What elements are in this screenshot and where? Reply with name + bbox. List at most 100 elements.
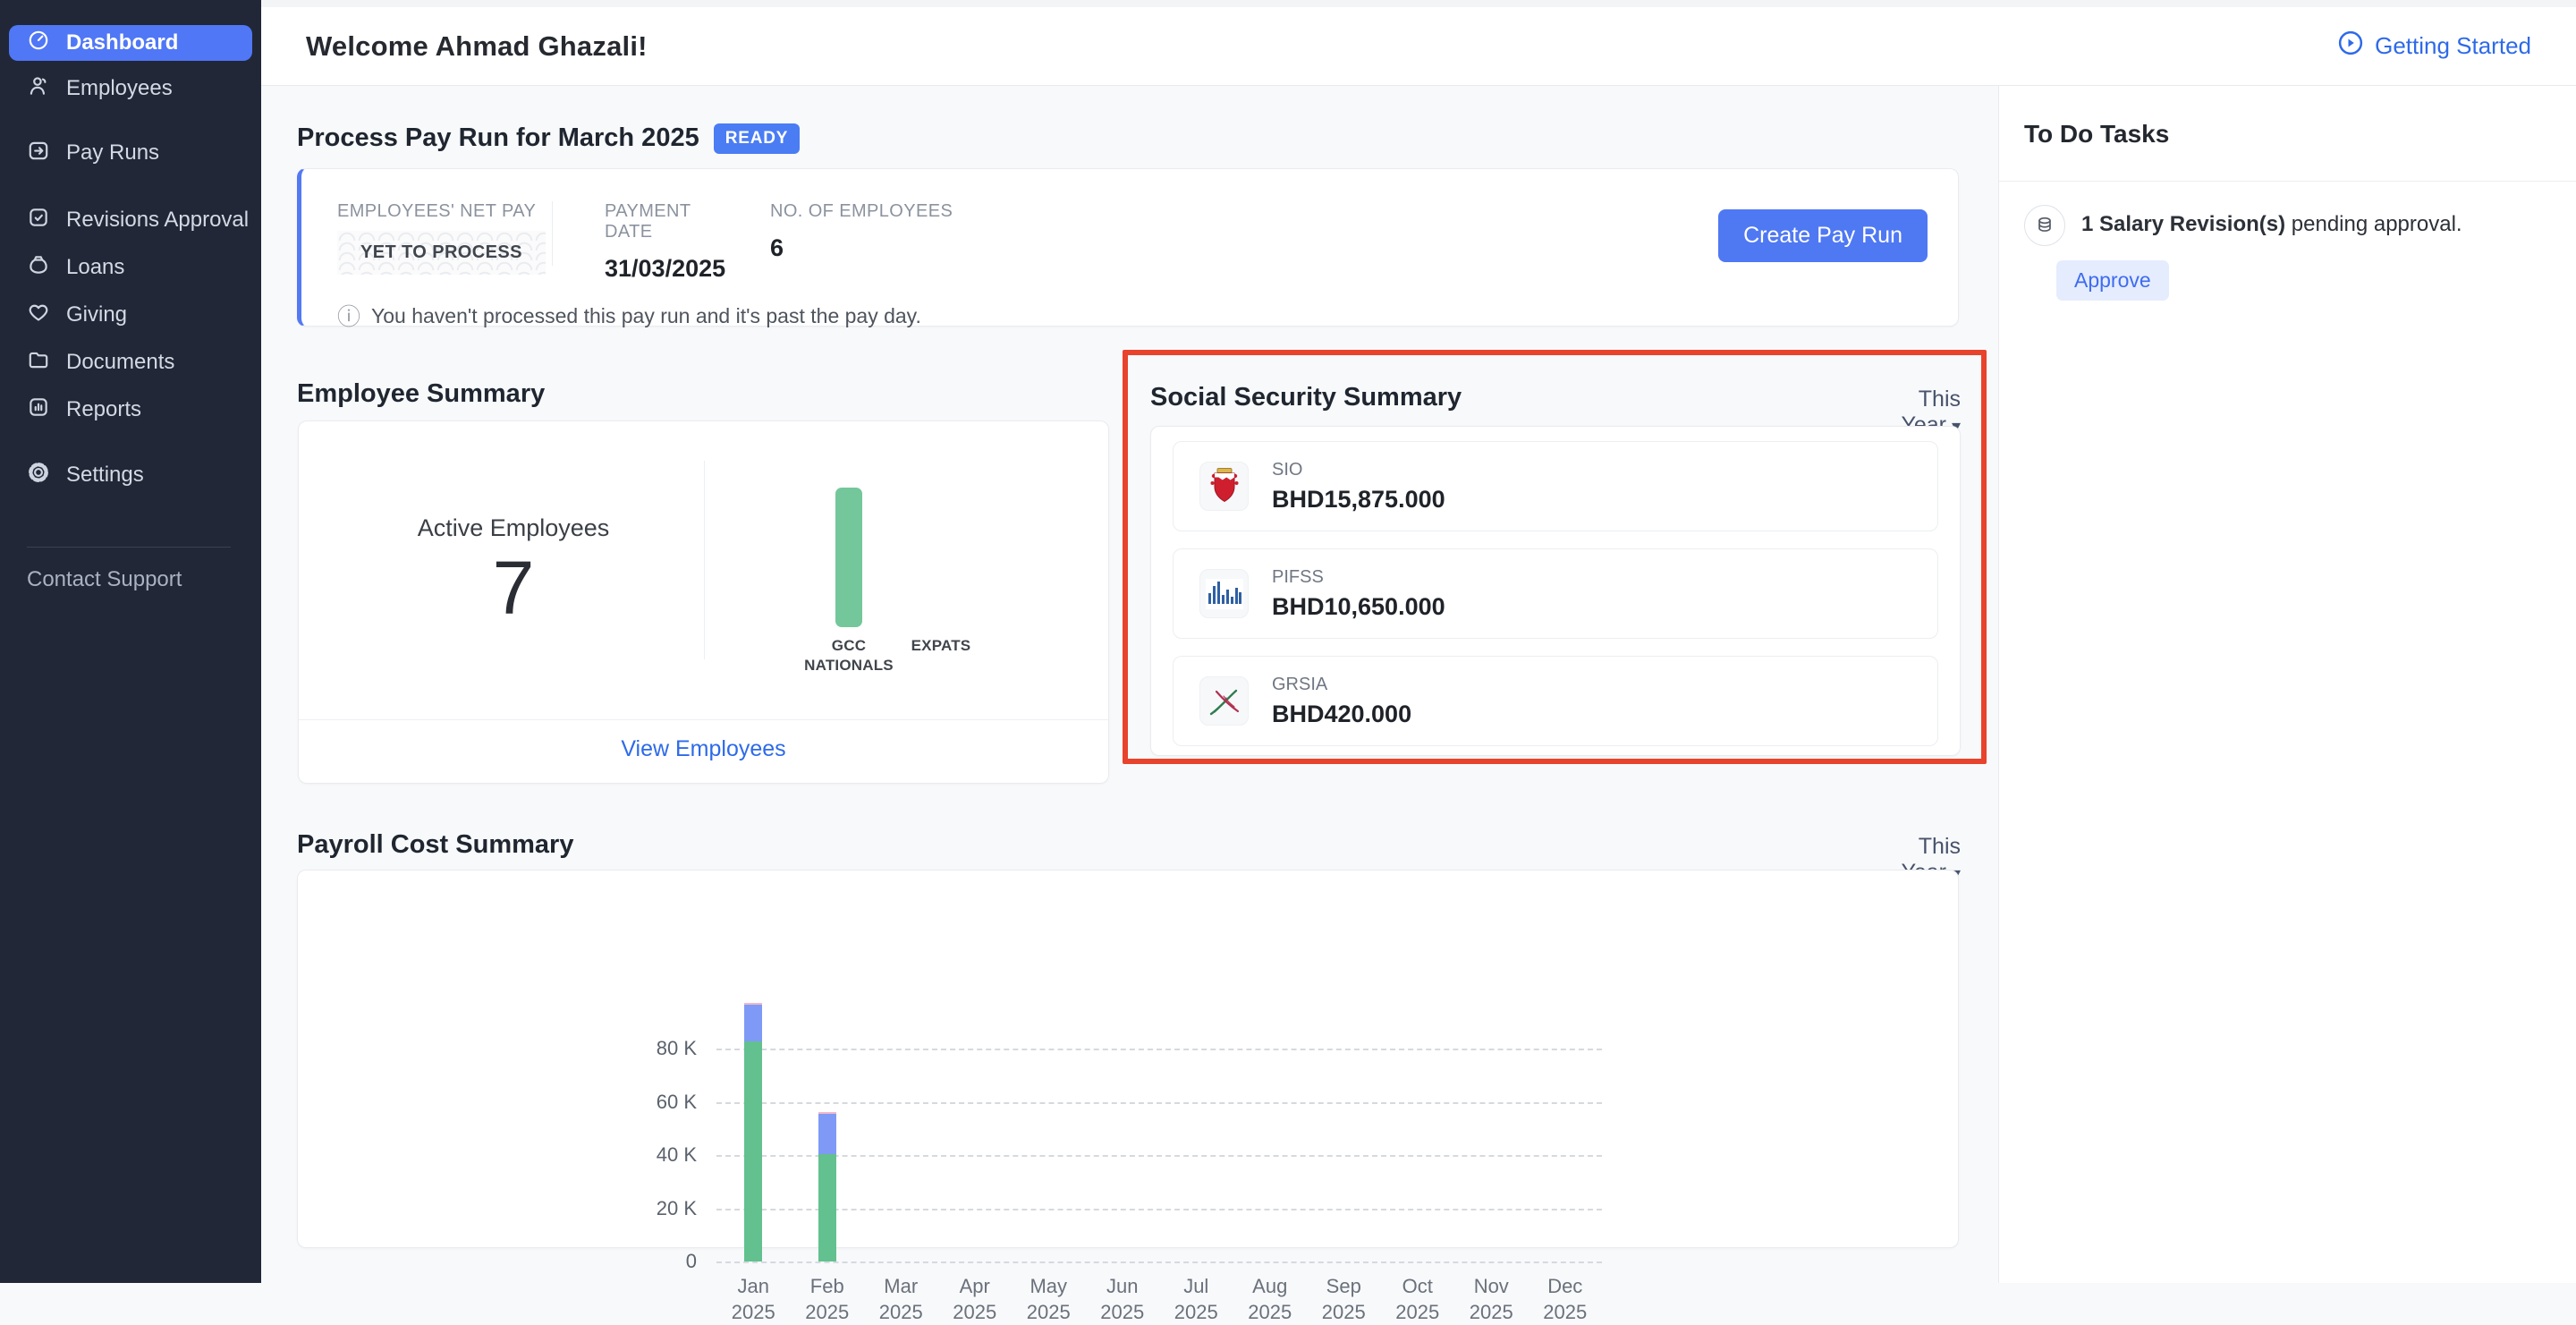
employee-count-stat: NO. OF EMPLOYEES 6: [770, 201, 953, 262]
chart-month-label: Sep 2025: [1307, 1274, 1381, 1325]
sidebar-item-label: Loans: [66, 255, 124, 280]
payment-date-stat: PAYMENT DATE 31/03/2025: [605, 201, 721, 283]
sidebar-item-revisions-approval[interactable]: Revisions Approval: [0, 202, 261, 238]
todo-task-text: 1 Salary Revision(s) pending approval.: [2081, 205, 2462, 246]
sidebar-item-reports[interactable]: Reports: [0, 392, 261, 428]
todo-item: 1 Salary Revision(s) pending approval.: [1999, 182, 2576, 246]
payrun-stats: EMPLOYEES' NET PAY YET TO PROCESS PAYMEN…: [337, 201, 1919, 283]
active-employees-label: Active Employees: [406, 514, 621, 542]
employee-card-footer-divider: [299, 719, 1108, 720]
employee-summary-card: Active Employees 7 View Employees GCC NA…: [298, 420, 1109, 784]
sidebar-item-dashboard[interactable]: Dashboard: [9, 25, 252, 61]
todo-title: To Do Tasks: [2024, 120, 2576, 149]
chart-month-label: Apr 2025: [938, 1274, 1013, 1325]
chart-gridline: [716, 1049, 1602, 1050]
payroll-app: Dashboard Employees Pay Runs Revisions A…: [0, 0, 2576, 1283]
chart-gridline: [716, 1155, 1602, 1157]
chart-ytick-label: 20 K: [616, 1197, 697, 1220]
sidebar-divider: [27, 547, 231, 548]
settings-icon: [27, 461, 50, 490]
page-header: Welcome Ahmad Ghazali! Getting Started: [261, 7, 2576, 86]
chart-ytick-label: 40 K: [616, 1143, 697, 1167]
ready-status-badge: READY: [714, 123, 801, 154]
getting-started-link[interactable]: Getting Started: [2337, 30, 2531, 63]
chart-gridline: [716, 1261, 1602, 1263]
ss-row-sio[interactable]: SIO BHD15,875.000: [1173, 441, 1938, 531]
welcome-title: Welcome Ahmad Ghazali!: [306, 30, 648, 63]
payrun-card: EMPLOYEES' NET PAY YET TO PROCESS PAYMEN…: [297, 168, 1959, 327]
sidebar-item-label: Pay Runs: [66, 140, 159, 166]
main-content: Process Pay Run for March 2025READY EMPL…: [261, 86, 1998, 1283]
dashboard-icon: [27, 29, 50, 58]
chart-month-label: Jan 2025: [716, 1274, 791, 1325]
revisions-approval-icon: [27, 206, 50, 235]
chart-bar-segment-green-segment: [818, 1154, 836, 1261]
swoosh-logo-icon: [1199, 676, 1249, 726]
net-pay-stat: EMPLOYEES' NET PAY YET TO PROCESS: [337, 201, 552, 275]
coins-icon: [2024, 205, 2065, 246]
chart-bar-segment-green-segment: [744, 1041, 762, 1261]
view-employees-link[interactable]: View Employees: [299, 736, 1108, 762]
contact-support-link[interactable]: Contact Support: [0, 567, 261, 592]
bar-logo-icon: [1199, 569, 1249, 618]
sidebar-item-label: Employees: [66, 76, 173, 101]
payroll-cost-title: Payroll Cost Summary: [297, 830, 573, 860]
social-security-card: SIO BHD15,875.000: [1150, 426, 1961, 756]
documents-icon: [27, 348, 50, 378]
ss-row-pifss[interactable]: PIFSS BHD10,650.000: [1173, 548, 1938, 639]
approve-button[interactable]: Approve: [2056, 260, 2169, 301]
ss-amount: BHD420.000: [1272, 701, 1411, 728]
social-security-title: Social Security Summary: [1150, 383, 1462, 412]
stats-divider: [552, 201, 553, 266]
payrun-info: ⓘ You haven't processed this pay run and…: [337, 304, 1919, 328]
sidebar-item-label: Settings: [66, 463, 144, 488]
sidebar-item-settings[interactable]: Settings: [0, 457, 261, 493]
chart-ytick-label: 80 K: [616, 1037, 697, 1060]
play-icon: [2337, 30, 2364, 63]
create-pay-run-button[interactable]: Create Pay Run: [1718, 209, 1928, 262]
chart-ytick-label: 60 K: [616, 1091, 697, 1114]
chart-gridline: [716, 1102, 1602, 1104]
chart-month-label: Jul 2025: [1159, 1274, 1233, 1325]
sidebar: Dashboard Employees Pay Runs Revisions A…: [0, 0, 261, 1283]
bahrain-emblem-icon: [1199, 462, 1249, 511]
chart-month-label: Feb 2025: [791, 1274, 865, 1325]
sidebar-item-label: Revisions Approval: [66, 208, 249, 233]
chart-bar-segment-pink-segment: [744, 1003, 762, 1005]
net-pay-value-chip: YET TO PROCESS: [337, 231, 546, 275]
sidebar-item-giving[interactable]: Giving: [0, 297, 261, 333]
ss-amount: BHD10,650.000: [1272, 593, 1445, 621]
chart-month-label: Oct 2025: [1381, 1274, 1455, 1325]
ss-amount: BHD15,875.000: [1272, 486, 1445, 514]
sidebar-item-label: Giving: [66, 302, 127, 327]
employees-icon: [27, 74, 50, 104]
giving-icon: [27, 301, 50, 330]
chart-month-label: Aug 2025: [1233, 1274, 1308, 1325]
employee-summary-title: Employee Summary: [297, 379, 545, 409]
pay-runs-icon: [27, 139, 50, 168]
chart-month-label: Nov 2025: [1454, 1274, 1529, 1325]
sidebar-item-documents[interactable]: Documents: [0, 344, 261, 380]
sidebar-item-pay-runs[interactable]: Pay Runs: [0, 135, 261, 171]
chart-month-label: Dec 2025: [1529, 1274, 1603, 1325]
payrun-section-title: Process Pay Run for March 2025READY: [297, 123, 800, 154]
sidebar-item-loans[interactable]: Loans: [0, 250, 261, 285]
top-strip: [261, 0, 2576, 7]
ss-row-grsia[interactable]: GRSIA BHD420.000: [1173, 656, 1938, 746]
sidebar-item-label: Dashboard: [66, 30, 178, 55]
active-employees-count: 7: [406, 545, 621, 632]
employee-card-divider: [704, 461, 705, 659]
sidebar-item-employees[interactable]: Employees: [0, 71, 261, 106]
chart-month-label: Mar 2025: [864, 1274, 938, 1325]
loans-icon: [27, 253, 50, 283]
chart-month-label: Jun 2025: [1086, 1274, 1160, 1325]
reports-icon: [27, 395, 50, 425]
sidebar-item-label: Documents: [66, 350, 174, 375]
chart-bar-segment-pink-segment: [818, 1112, 836, 1114]
payroll-chart-card: 020 K40 K60 K80 KJan 2025Feb 2025Mar 202…: [297, 870, 1959, 1248]
chart-gridline: [716, 1209, 1602, 1210]
chart-ytick-label: 0: [616, 1250, 697, 1273]
chart-bar-segment-blue-segment: [818, 1114, 836, 1154]
employee-chart-category-label: EXPATS: [883, 636, 999, 656]
chart-month-label: May 2025: [1012, 1274, 1086, 1325]
